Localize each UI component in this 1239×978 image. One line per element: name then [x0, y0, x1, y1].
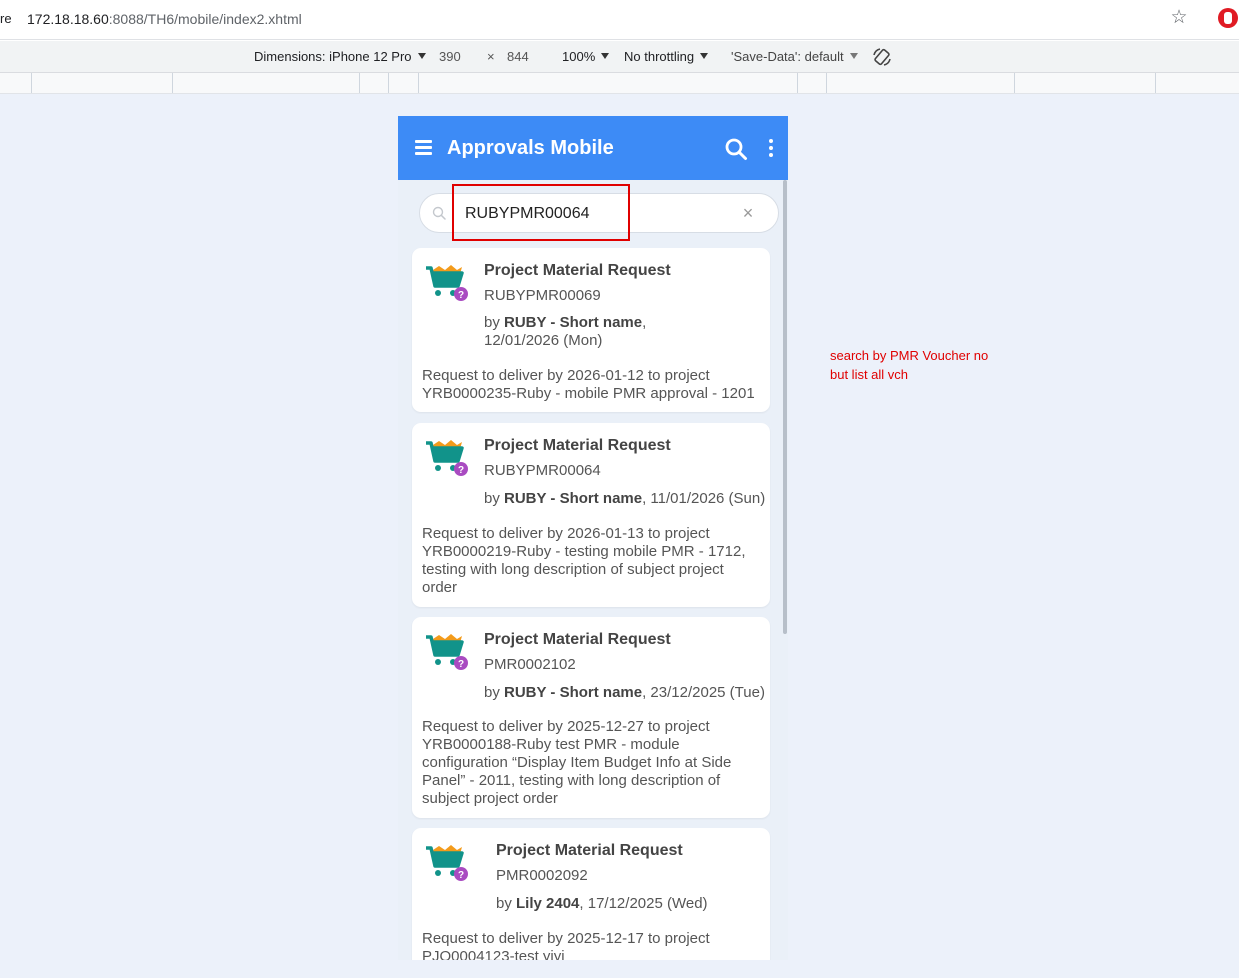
- card-title: Project Material Request: [496, 842, 683, 859]
- request-date: , 17/12/2025 (Wed): [579, 895, 708, 912]
- card-description: Request to deliver by 2025-12-17 to proj…: [422, 930, 710, 960]
- card-voucher-number: RUBYPMR00069: [484, 287, 601, 304]
- approval-card[interactable]: ? Project Material Request PMR0002102 by…: [412, 617, 770, 818]
- requester-prefix: by: [484, 314, 505, 331]
- rotate-device-icon[interactable]: [871, 46, 893, 68]
- ruler-segment: [826, 73, 827, 93]
- svg-text:?: ?: [458, 870, 464, 881]
- card-voucher-number: PMR0002102: [484, 656, 576, 673]
- device-width-input[interactable]: 390: [439, 49, 461, 64]
- requester-name: RUBY - Short name: [504, 314, 643, 331]
- card-requester: by Lily 2404, 17/12/2025 (Wed): [496, 895, 766, 913]
- card-description: Request to deliver by 2025-12-27 to proj…: [422, 718, 732, 807]
- card-voucher-number: RUBYPMR00064: [484, 462, 601, 479]
- shopping-cart-pending-icon: ?: [426, 845, 468, 881]
- approval-list[interactable]: × ? Project Material Request RUBYPMR0006…: [398, 180, 788, 960]
- search-icon: [432, 206, 446, 220]
- search-highlight-box: [452, 184, 630, 241]
- shopping-cart-pending-icon: ?: [426, 634, 468, 670]
- throttling-label: No throttling: [624, 49, 695, 64]
- device-dimensions-select[interactable]: Dimensions: iPhone 12 Pro: [254, 49, 426, 64]
- ruler-segment: [172, 73, 173, 93]
- hamburger-menu-icon[interactable]: [415, 140, 432, 155]
- svg-text:?: ?: [458, 465, 464, 476]
- throttling-select[interactable]: No throttling: [624, 49, 709, 64]
- requester-name: RUBY - Short name: [504, 684, 643, 701]
- requester-prefix: by: [484, 684, 505, 701]
- media-query-ruler[interactable]: [0, 73, 1239, 94]
- device-dimensions-label: Dimensions: iPhone 12 Pro: [254, 49, 412, 64]
- url-host: 172.18.18.60: [27, 11, 109, 27]
- card-requester: by RUBY - Short name, 23/12/2025 (Tue): [484, 684, 769, 702]
- mobile-app-screen: Approvals Mobile ×: [398, 116, 788, 960]
- app-title: Approvals Mobile: [447, 137, 614, 159]
- browser-address-bar: re 172.18.18.60:8088/TH6/mobile/index2.x…: [0, 0, 1239, 40]
- clear-icon[interactable]: ×: [740, 204, 756, 222]
- svg-text:?: ?: [458, 290, 464, 301]
- svg-text:?: ?: [458, 659, 464, 670]
- more-vert-icon[interactable]: [768, 139, 774, 157]
- tab-text-fragment: re: [0, 11, 12, 26]
- ruler-segment: [418, 73, 419, 93]
- card-requester: by RUBY - Short name, 11/01/2026 (Sun): [484, 490, 769, 508]
- url-path: :8088/TH6/mobile/index2.xhtml: [108, 11, 302, 27]
- save-data-label: 'Save-Data': default: [731, 49, 844, 64]
- requester-name: RUBY - Short name: [504, 490, 643, 507]
- ruler-segment: [797, 73, 798, 93]
- device-height-input[interactable]: 844: [507, 49, 529, 64]
- card-description: Request to deliver by 2026-01-13 to proj…: [422, 525, 746, 596]
- card-title: Project Material Request: [484, 437, 671, 454]
- bookmark-star-icon[interactable]: ☆: [1168, 7, 1190, 29]
- request-date: , 23/12/2025 (Tue): [642, 684, 765, 701]
- ruler-segment: [31, 73, 32, 93]
- card-title: Project Material Request: [484, 262, 671, 279]
- zoom-label: 100%: [562, 49, 596, 64]
- ruler-segment: [1155, 73, 1156, 93]
- card-description: Request to deliver by 2026-01-12 to proj…: [422, 367, 755, 402]
- chevron-down-icon: [700, 53, 709, 59]
- card-title: Project Material Request: [484, 631, 671, 648]
- ruler-segment: [1014, 73, 1015, 93]
- chevron-down-icon: [417, 53, 426, 59]
- card-requester: by RUBY - Short name, 12/01/2026 (Mon): [484, 314, 659, 350]
- ruler-segment: [359, 73, 360, 93]
- url-field[interactable]: 172.18.18.60:8088/TH6/mobile/index2.xhtm…: [27, 11, 302, 27]
- approval-card[interactable]: ? Project Material Request PMR0002092 by…: [412, 828, 770, 960]
- annotation-line: search by PMR Voucher no: [830, 348, 989, 363]
- list-scrollbar[interactable]: [783, 180, 787, 634]
- approval-card[interactable]: ? Project Material Request RUBYPMR00064 …: [412, 423, 770, 607]
- shopping-cart-pending-icon: ?: [426, 440, 468, 476]
- ruler-segment: [388, 73, 389, 93]
- request-date: , 11/01/2026 (Sun): [642, 490, 766, 507]
- extension-icon[interactable]: [1218, 8, 1238, 28]
- requester-name: Lily 2404: [516, 895, 580, 912]
- approval-card[interactable]: ? Project Material Request RUBYPMR00069 …: [412, 248, 770, 412]
- search-icon[interactable]: [724, 137, 748, 161]
- chevron-down-icon: [601, 53, 610, 59]
- card-voucher-number: PMR0002092: [496, 867, 588, 884]
- zoom-select[interactable]: 100%: [562, 49, 610, 64]
- annotation-note: search by PMR Voucher no but list all vc…: [830, 346, 988, 384]
- app-bar: Approvals Mobile: [398, 116, 788, 180]
- requester-prefix: by: [496, 895, 517, 912]
- shopping-cart-pending-icon: ?: [426, 265, 468, 301]
- save-data-select[interactable]: 'Save-Data': default: [731, 49, 858, 64]
- dimension-times-label: ×: [487, 49, 495, 64]
- device-toolbar: Dimensions: iPhone 12 Pro 390 × 844 100%…: [0, 41, 1239, 73]
- annotation-line: but list all vch: [830, 367, 909, 382]
- requester-prefix: by: [484, 490, 505, 507]
- chevron-down-icon: [849, 53, 858, 59]
